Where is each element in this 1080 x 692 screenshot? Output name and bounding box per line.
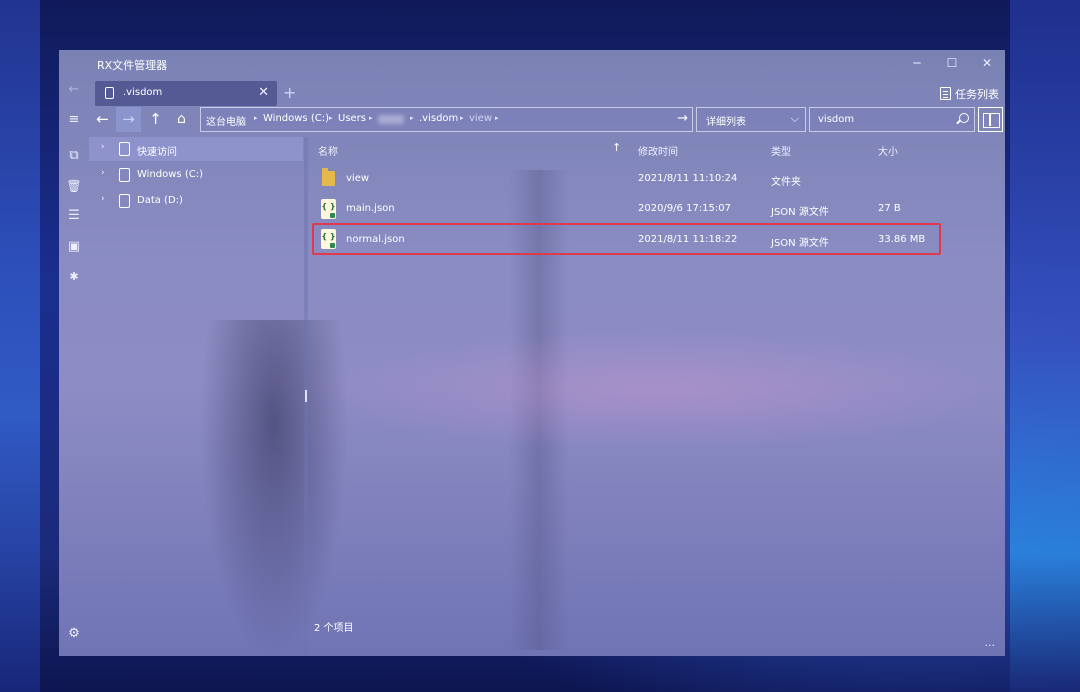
breadcrumb-visdom[interactable]: .visdom bbox=[419, 113, 458, 124]
back-arrow-icon[interactable]: ← bbox=[65, 81, 83, 99]
tree-item-label: Windows (C:) bbox=[137, 169, 203, 180]
drive-icon bbox=[119, 142, 130, 156]
tree-item-label: 快速访问 bbox=[137, 147, 177, 158]
breadcrumb-separator[interactable]: ▸ bbox=[329, 114, 333, 122]
go-arrow-icon[interactable]: → bbox=[677, 111, 688, 126]
tree-item-quick-access[interactable]: › 快速访问 bbox=[89, 137, 303, 161]
file-type: 文件夹 bbox=[771, 177, 801, 188]
search-value: visdom bbox=[818, 114, 855, 125]
file-modified: 2020/9/6 17:15:07 bbox=[638, 203, 732, 214]
table-row[interactable]: { } main.json 2020/9/6 17:15:07 JSON 源文件… bbox=[310, 195, 939, 225]
navigation-tree: › 快速访问 › Windows (C:) › Data (D:) bbox=[89, 137, 303, 656]
wallpaper-stripe bbox=[1010, 0, 1080, 692]
column-header-modified[interactable]: 修改时间 bbox=[638, 143, 678, 158]
tree-item-data-d[interactable]: › Data (D:) bbox=[89, 189, 303, 213]
maximize-button[interactable]: ☐ bbox=[945, 56, 959, 70]
view-mode-label: 详细列表 bbox=[706, 117, 746, 128]
chevron-right-icon[interactable]: › bbox=[101, 168, 105, 178]
drive-icon bbox=[105, 87, 114, 99]
chevron-down-icon: ⌵ bbox=[790, 112, 799, 125]
breadcrumb-separator[interactable]: ▸ bbox=[254, 114, 258, 122]
breadcrumb-separator[interactable]: ▸ bbox=[460, 114, 464, 122]
file-modified: 2021/8/11 11:10:24 bbox=[638, 173, 738, 184]
file-modified: 2021/8/11 11:18:22 bbox=[638, 234, 738, 245]
sort-ascending-icon[interactable]: ↑ bbox=[612, 141, 621, 154]
file-size: 33.86 MB bbox=[878, 234, 926, 245]
breadcrumb-view[interactable]: view bbox=[469, 113, 492, 124]
file-list: 名称 ↑ 修改时间 类型 大小 view 2021/8/11 11:10:24 … bbox=[310, 137, 1005, 656]
forward-button[interactable]: → bbox=[116, 107, 141, 132]
toolbar: ← → ↑ ⌂ 这台电脑 ▸ Windows (C:) ▸ Users ▸ ▸ … bbox=[89, 107, 1005, 133]
clipboard-icon bbox=[940, 87, 951, 100]
app-title: RX文件管理器 bbox=[97, 59, 168, 72]
view-mode-select[interactable]: 详细列表 ⌵ bbox=[696, 107, 806, 132]
file-tag-icon[interactable]: ▣ bbox=[65, 238, 83, 256]
column-header-size[interactable]: 大小 bbox=[878, 143, 898, 158]
drive-icon bbox=[119, 168, 130, 182]
json-file-icon: { } bbox=[321, 229, 336, 249]
tab-label: .visdom bbox=[123, 87, 163, 98]
file-type: JSON 源文件 bbox=[771, 238, 829, 249]
file-name: view bbox=[346, 173, 370, 184]
settings-gear-icon[interactable]: ⚙ bbox=[65, 625, 83, 643]
splitter-grip[interactable] bbox=[305, 390, 307, 402]
bluetooth-icon[interactable]: ✱ bbox=[65, 268, 83, 286]
search-input[interactable]: visdom bbox=[809, 107, 975, 132]
column-header-type[interactable]: 类型 bbox=[771, 143, 791, 158]
left-rail: ← ≡ ⧉ 🗑 ☰ ▣ ✱ ⚙ bbox=[59, 78, 89, 656]
breadcrumb-separator[interactable]: ▸ bbox=[410, 114, 414, 122]
trash-icon[interactable]: 🗑 bbox=[65, 177, 83, 195]
file-name: main.json bbox=[346, 203, 395, 214]
file-manager-window: RX文件管理器 ─ ☐ ✕ ← ≡ ⧉ 🗑 ☰ ▣ ✱ ⚙ .visdom ✕ … bbox=[59, 50, 1005, 656]
hamburger-menu-icon[interactable]: ≡ bbox=[65, 111, 83, 129]
status-item-count: 2 个项目 bbox=[314, 623, 354, 634]
breadcrumb-separator[interactable]: ▸ bbox=[495, 114, 499, 122]
up-button[interactable]: ↑ bbox=[143, 107, 168, 132]
column-header-name[interactable]: 名称 bbox=[318, 143, 338, 158]
breadcrumb-windows-c[interactable]: Windows (C:) bbox=[263, 113, 329, 124]
tree-item-label: Data (D:) bbox=[137, 195, 183, 206]
drive-icon bbox=[119, 194, 130, 208]
file-size: 27 B bbox=[878, 203, 901, 214]
breadcrumb-users[interactable]: Users bbox=[338, 113, 366, 124]
home-button[interactable]: ⌂ bbox=[169, 107, 194, 132]
redacted-username bbox=[378, 115, 404, 124]
breadcrumb-this-pc[interactable]: 这台电脑 bbox=[206, 113, 246, 128]
breadcrumb-separator[interactable]: ▸ bbox=[369, 114, 373, 122]
address-bar[interactable]: 这台电脑 ▸ Windows (C:) ▸ Users ▸ ▸ .visdom … bbox=[200, 107, 693, 132]
file-type: JSON 源文件 bbox=[771, 207, 829, 218]
close-button[interactable]: ✕ bbox=[980, 56, 994, 70]
new-tab-button[interactable]: + bbox=[283, 83, 296, 102]
file-name: normal.json bbox=[346, 234, 405, 245]
tab-visdom[interactable]: .visdom ✕ bbox=[95, 81, 277, 106]
devices-icon[interactable]: ⧉ bbox=[65, 147, 83, 165]
more-options-icon[interactable]: ··· bbox=[985, 639, 996, 652]
search-icon[interactable] bbox=[959, 113, 969, 123]
json-file-icon: { } bbox=[321, 199, 336, 219]
title-bar: RX文件管理器 ─ ☐ ✕ bbox=[59, 50, 1005, 78]
folder-icon bbox=[322, 168, 335, 186]
wallpaper-stripe bbox=[0, 0, 40, 692]
table-row-highlighted[interactable]: { } normal.json 2021/8/11 11:18:22 JSON … bbox=[312, 223, 941, 255]
tree-item-windows-c[interactable]: › Windows (C:) bbox=[89, 163, 303, 187]
list-icon[interactable]: ☰ bbox=[65, 207, 83, 225]
task-list-label: 任务列表 bbox=[955, 88, 999, 101]
table-row[interactable]: view 2021/8/11 11:10:24 文件夹 bbox=[310, 165, 939, 195]
toggle-pane-icon[interactable] bbox=[978, 107, 1003, 132]
chevron-right-icon[interactable]: › bbox=[101, 142, 105, 152]
task-list-button[interactable]: 任务列表 bbox=[940, 86, 999, 102]
chevron-right-icon[interactable]: › bbox=[101, 194, 105, 204]
back-button[interactable]: ← bbox=[90, 107, 115, 132]
tab-close-icon[interactable]: ✕ bbox=[258, 85, 269, 100]
minimize-button[interactable]: ─ bbox=[910, 56, 924, 70]
